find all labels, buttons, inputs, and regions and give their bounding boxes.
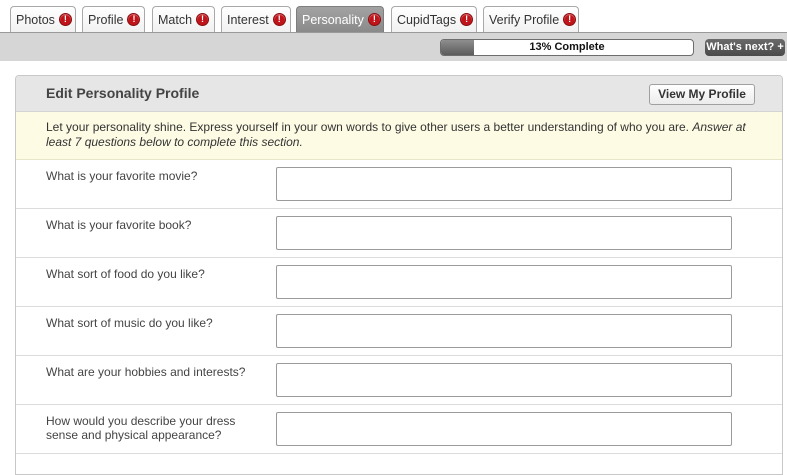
alert-icon: ! [460,13,474,26]
question-row: What are your hobbies and interests? [16,356,782,405]
question-label: What is your favorite movie? [46,169,198,183]
tab-label: CupidTags [397,12,457,27]
favorite-book-input[interactable] [276,216,732,250]
panel-title: Edit Personality Profile [46,85,200,101]
appearance-input[interactable] [276,412,732,446]
food-preference-input[interactable] [276,265,732,299]
alert-icon: ! [367,13,381,26]
question-row: How would you describe your dress sense … [16,405,782,454]
question-row: What is your favorite movie? [16,160,782,209]
tab-label: Profile [88,12,124,27]
tab-label: Interest [227,12,269,27]
alert-icon: ! [58,13,72,26]
favorite-movie-input[interactable] [276,167,732,201]
intro-message: Let your personality shine. Express your… [16,112,782,160]
tab-personality[interactable]: Personality ! [296,6,384,32]
alert-icon: ! [196,13,210,26]
question-row: What is your favorite book? [16,209,782,258]
alert-icon: ! [272,13,286,26]
question-row: What sort of music do you like? [16,307,782,356]
alert-icon: ! [563,13,577,26]
whats-next-button[interactable]: What's next? + [705,39,785,56]
progress-label: 13% Complete [529,41,605,53]
profile-tabs: Photos ! Profile ! Match ! Interest ! Pe… [0,0,787,33]
tab-label: Photos [16,12,55,27]
tab-interest[interactable]: Interest ! [221,6,291,32]
tab-cupidtags[interactable]: CupidTags ! [391,6,477,32]
tab-label: Verify Profile [489,12,560,27]
question-row: What sort of food do you like? [16,258,782,307]
profile-progress-bar: 13% Complete [440,39,694,56]
tab-label: Personality [302,12,364,27]
tab-match[interactable]: Match ! [152,6,215,32]
hobbies-input[interactable] [276,363,732,397]
question-label: What are your hobbies and interests? [46,365,246,379]
tab-photos[interactable]: Photos ! [10,6,76,32]
question-label: What is your favorite book? [46,218,192,232]
alert-icon: ! [127,13,141,26]
edit-personality-panel: Edit Personality Profile View My Profile… [15,75,783,475]
music-preference-input[interactable] [276,314,732,348]
tab-profile[interactable]: Profile ! [82,6,145,32]
tab-label: Match [158,12,193,27]
tab-verify-profile[interactable]: Verify Profile ! [483,6,579,32]
question-label: What sort of music do you like? [46,316,213,330]
intro-text: Let your personality shine. Express your… [46,120,690,134]
view-my-profile-button[interactable]: View My Profile [649,84,755,105]
progress-strip: 13% Complete What's next? + [0,33,787,61]
question-label: What sort of food do you like? [46,267,205,281]
panel-header: Edit Personality Profile View My Profile [16,76,782,112]
question-label: How would you describe your dress sense … [46,414,236,442]
